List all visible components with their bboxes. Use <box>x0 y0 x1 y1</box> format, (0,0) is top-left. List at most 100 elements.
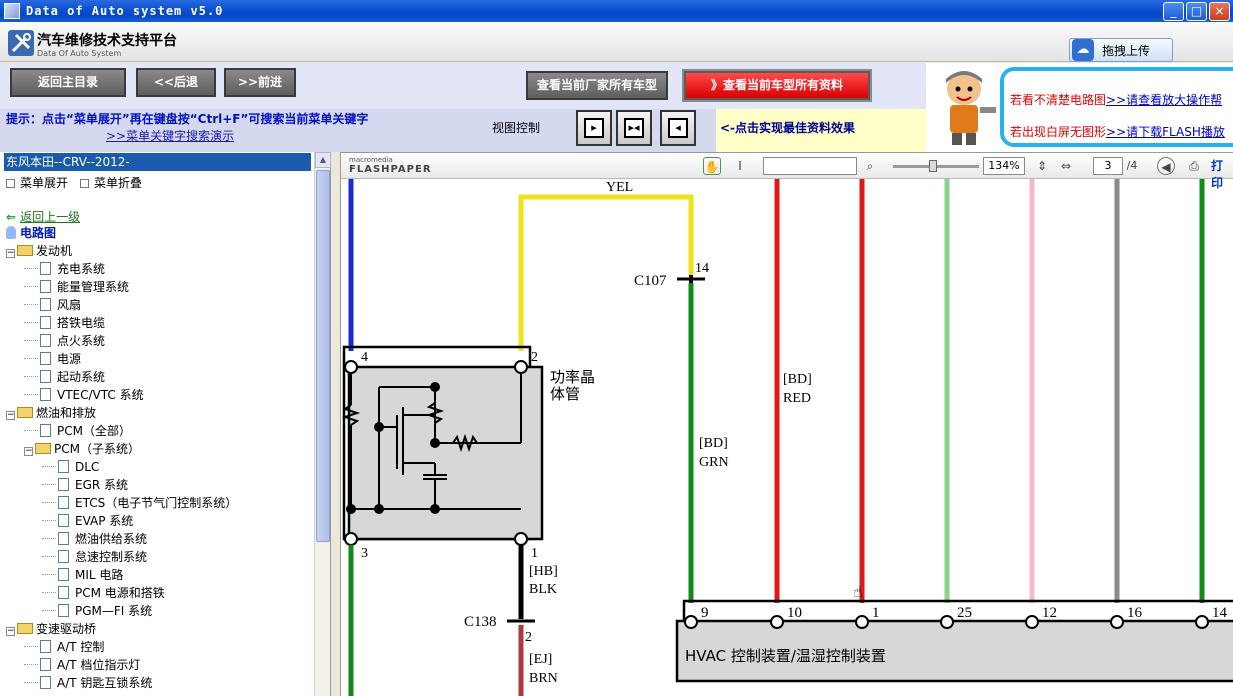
view-expand-left-button[interactable]: ◂ <box>660 110 696 146</box>
tree-item-label: PCM（子系统） <box>54 442 140 456</box>
find-input[interactable] <box>763 157 857 175</box>
split-icon: ▸◂ <box>624 118 644 138</box>
fit-width-icon[interactable]: ⇔ <box>1057 157 1075 175</box>
tree-item[interactable]: 风扇 <box>24 296 81 314</box>
menu-expand-button[interactable]: 菜单展开 <box>6 174 68 191</box>
module-terminal-4 <box>344 360 358 374</box>
collapse-icon[interactable]: − <box>24 447 33 456</box>
pin-2: 2 <box>531 350 538 365</box>
search-icon[interactable]: ⌕ <box>861 157 879 175</box>
zoom-field[interactable]: 134% <box>983 157 1025 175</box>
collapse-icon[interactable]: − <box>6 411 15 420</box>
minimize-button[interactable]: _ <box>1163 2 1184 21</box>
tree-line <box>42 466 56 467</box>
tree-item-label: VTEC/VTC 系统 <box>57 388 144 402</box>
tree-item[interactable]: − 燃油和排放 <box>6 404 96 422</box>
hvac-terminal <box>855 615 869 629</box>
search-demo-link[interactable]: >>菜单关键字搜索演示 <box>106 127 234 144</box>
folder-icon <box>17 407 33 418</box>
zoom-slider[interactable] <box>893 160 979 172</box>
tree-item[interactable]: 电源 <box>24 350 81 368</box>
tree-line <box>24 430 38 431</box>
hand-tool-icon[interactable]: ✋ <box>703 157 721 175</box>
tree-item[interactable]: − PCM（子系统） <box>24 440 140 458</box>
tree-item[interactable]: 起动系统 <box>24 368 105 386</box>
document-icon <box>40 262 51 275</box>
cloud-icon: ☁ <box>1072 39 1094 61</box>
tree-item[interactable]: − 变速驱动桥 <box>6 620 96 638</box>
close-button[interactable]: × <box>1209 2 1230 21</box>
collapse-icon[interactable]: − <box>6 627 15 636</box>
fit-height-icon[interactable]: ⇕ <box>1033 157 1051 175</box>
home-button[interactable]: 返回主目录 <box>10 68 126 97</box>
app-header: 汽车维修技术支持平台 Data Of Auto System ☁ 拖拽上传 <box>0 22 1233 62</box>
menu-expand-label: 菜单展开 <box>20 176 69 190</box>
back-button[interactable]: <<后退 <box>136 68 216 97</box>
tree-item-label: 燃油和排放 <box>36 406 97 420</box>
tree-item[interactable]: A/T 档位指示灯 <box>24 656 140 674</box>
tree-item-label: A/T 控制 <box>57 640 105 654</box>
view-split-button[interactable]: ▸◂ <box>616 110 652 146</box>
tree-item-label: 搭铁电缆 <box>57 316 106 330</box>
expand-left-icon: ◂ <box>668 118 688 138</box>
all-models-button[interactable]: 查看当前厂家所有车型 <box>526 71 668 100</box>
maximize-button[interactable]: □ <box>1186 2 1207 21</box>
tree-root-wiring[interactable]: 电路图 <box>6 224 56 242</box>
document-icon <box>40 280 51 293</box>
text-select-icon[interactable]: I <box>731 157 749 175</box>
selected-vehicle[interactable]: 东风本田--CRV--2012- <box>4 153 311 171</box>
page-field[interactable]: 3 <box>1093 157 1123 175</box>
tree-line <box>24 286 38 287</box>
tree-item[interactable]: A/T 控制 <box>24 638 104 656</box>
tree-item[interactable]: EVAP 系统 <box>42 512 133 530</box>
zoom-help-link[interactable]: >>请查看放大操作帮 <box>1106 93 1222 107</box>
tree-item[interactable]: 点火系统 <box>24 332 105 350</box>
tree-item[interactable]: 燃油供给系统 <box>42 530 147 548</box>
tree-item[interactable]: − 发动机 <box>6 242 72 260</box>
tree-item[interactable]: PGM—FI 系统 <box>42 602 152 620</box>
view-control-label: 视图控制 <box>492 121 541 135</box>
scroll-up-icon[interactable]: ▲ <box>315 152 331 168</box>
tree-item[interactable]: PCM（全部） <box>24 422 131 440</box>
tree-item[interactable]: 搭铁电缆 <box>24 314 105 332</box>
zoom-knob[interactable] <box>929 160 937 172</box>
tree-item[interactable]: A/T 钥匙互锁系统 <box>24 674 152 692</box>
tree-line <box>42 592 56 593</box>
tree-item[interactable]: MIL 电路 <box>42 566 123 584</box>
document-icon <box>58 496 69 509</box>
upload-button[interactable]: ☁ 拖拽上传 <box>1069 38 1173 62</box>
tree-item[interactable]: PCM 电源和搭铁 <box>42 584 165 602</box>
tree-line <box>24 682 38 683</box>
printer-icon[interactable]: ⎙ <box>1185 157 1203 175</box>
tree-line <box>24 394 38 395</box>
tree-item[interactable]: EGR 系统 <box>42 476 128 494</box>
prev-page-icon[interactable]: ◀ <box>1157 157 1175 175</box>
all-data-button[interactable]: 》查看当前车型所有资料 <box>684 71 870 100</box>
tree-item[interactable]: 充电系统 <box>24 260 105 278</box>
label-blk: BLK <box>529 582 557 597</box>
hvac-pin-label: 1 <box>872 605 880 621</box>
sidebar-scrollbar[interactable]: ▲ <box>314 152 331 696</box>
forward-button[interactable]: >>前进 <box>224 68 296 97</box>
flash-download-link[interactable]: >>请下载FLASH播放 <box>1106 125 1225 139</box>
help-flash-text: 若出现白屏无图形 <box>1010 125 1107 139</box>
tree-line <box>24 358 38 359</box>
collapse-icon[interactable]: − <box>6 249 15 258</box>
tree-item[interactable]: 能量管理系统 <box>24 278 129 296</box>
view-expand-right-button[interactable]: ▸ <box>576 110 612 146</box>
help-zoom-text: 若看不清楚电路图 <box>1010 93 1107 107</box>
tree-item[interactable]: DLC <box>42 458 99 476</box>
tree-item[interactable]: VTEC/VTC 系统 <box>24 386 144 404</box>
label-c138: C138 <box>464 614 497 630</box>
tree-item[interactable]: 怠速控制系统 <box>42 548 147 566</box>
tree-item-label: EVAP 系统 <box>75 514 134 528</box>
tree-item-label: DLC <box>75 460 100 474</box>
bulb-icon <box>6 226 16 239</box>
back-up-link[interactable]: ⇐ 返回上一级 <box>6 208 80 225</box>
tree-item[interactable]: ETCS（电子节气门控制系统） <box>42 494 237 512</box>
hvac-terminal <box>770 615 784 629</box>
brand: FLASHPAPER <box>349 164 432 175</box>
menu-collapse-label: 菜单折叠 <box>94 176 143 190</box>
menu-collapse-button[interactable]: 菜单折叠 <box>80 174 142 191</box>
scroll-thumb[interactable] <box>316 170 330 542</box>
